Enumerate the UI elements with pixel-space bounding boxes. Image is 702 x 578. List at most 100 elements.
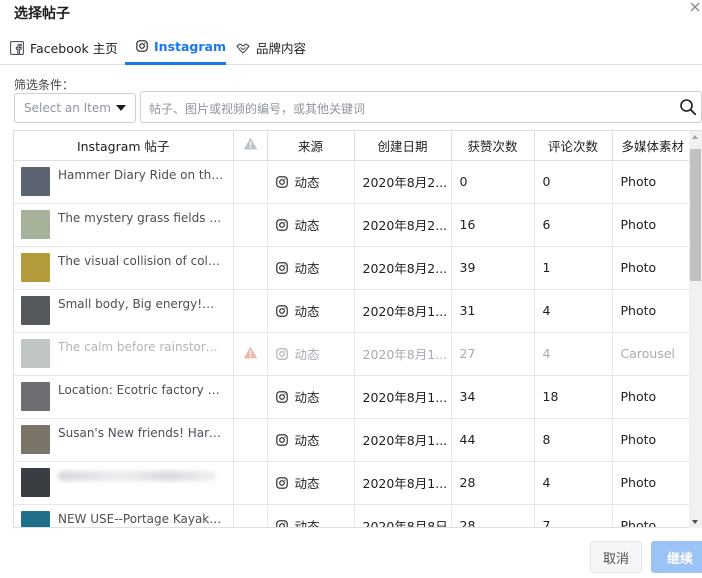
cell-media: Photo — [612, 160, 691, 204]
source-label: 动态 — [294, 218, 320, 233]
source-label: 动态 — [294, 519, 320, 528]
instagram-icon — [275, 218, 288, 231]
cell-source: 动态 — [267, 332, 355, 376]
cell-date: 2020年8月2... — [354, 160, 452, 204]
warning-icon — [243, 346, 257, 358]
cell-likes: 16 — [451, 203, 535, 247]
cell-likes: 44 — [451, 418, 535, 462]
cell-media: Photo — [612, 418, 691, 462]
continue-button[interactable]: 继续 — [651, 541, 702, 573]
cell-warning — [233, 332, 268, 376]
scrollbar-thumb[interactable] — [690, 149, 701, 281]
cell-media: Photo — [612, 461, 691, 505]
table-row[interactable]: 动态 2020年8月1... 28 4 Photo — [14, 461, 691, 505]
post-title: Small body, Big energy!🚲 📷 — [58, 296, 225, 311]
table-row[interactable]: The visual collision of colors, yes 动态 202… — [14, 246, 691, 290]
post-thumbnail — [21, 296, 50, 325]
instagram-icon — [136, 40, 148, 52]
column-header-source[interactable]: 来源 — [267, 131, 355, 161]
cell-post: Susan's New friends! Harold and — [14, 418, 234, 462]
cell-date: 2020年8月8日 — [354, 504, 452, 527]
cell-source: 动态 — [267, 418, 355, 462]
search-icon[interactable] — [679, 98, 697, 116]
cell-warning — [233, 461, 268, 505]
cell-post: Small body, Big energy!🚲 📷 — [14, 289, 234, 333]
cell-likes: 28 — [451, 461, 535, 505]
table-header-row: Instagram 帖子 来源 创建日期 获赞次数 评论次数 多媒体素材 — [14, 131, 691, 161]
source-label: 动态 — [294, 347, 320, 362]
cell-warning — [233, 418, 268, 462]
table-row[interactable]: Susan's New friends! Harold and 动态 2020年8月… — [14, 418, 691, 462]
cell-post — [14, 461, 234, 505]
post-thumbnail — [21, 468, 50, 497]
cell-likes: 39 — [451, 246, 535, 290]
cell-date: 2020年8月1... — [354, 375, 452, 419]
cell-comments: 8 — [534, 418, 613, 462]
post-title: Susan's New friends! Harold and — [58, 425, 225, 440]
instagram-icon — [275, 347, 288, 360]
column-header-comments[interactable]: 评论次数 — [534, 131, 613, 161]
cell-comments: 0 — [534, 160, 613, 204]
column-header-date[interactable]: 创建日期 — [354, 131, 452, 161]
instagram-icon — [275, 304, 288, 317]
post-title: The mystery grass fields may hide — [58, 210, 225, 225]
column-header-media[interactable]: 多媒体素材 — [612, 131, 691, 161]
dialog-title: 选择帖子 — [14, 6, 70, 22]
table-row[interactable]: Small body, Big energy!🚲 📷 动态 2020年8月1... 3… — [14, 289, 691, 333]
cell-source: 动态 — [267, 246, 355, 290]
tab-facebook[interactable]: Facebook 主页 — [10, 30, 118, 65]
posts-table: Instagram 帖子 来源 创建日期 获赞次数 评论次数 多媒体素材 Ham… — [13, 130, 702, 528]
source-label: 动态 — [294, 390, 320, 405]
filter-label: 筛选条件： — [14, 78, 75, 92]
cell-comments: 4 — [534, 289, 613, 333]
post-thumbnail — [21, 253, 50, 282]
table-row[interactable]: The calm before rainstorm. Here 动态 2020年8月… — [14, 332, 691, 376]
search-placeholder: 帖子、图片或视频的编号，或其他关键词 — [149, 102, 366, 116]
handshake-icon — [236, 42, 250, 54]
column-header-likes[interactable]: 获赞次数 — [451, 131, 535, 161]
cell-date: 2020年8月2... — [354, 246, 452, 290]
cell-source: 动态 — [267, 375, 355, 419]
cell-media: Photo — [612, 504, 691, 527]
cell-date: 2020年8月2... — [354, 203, 452, 247]
cell-media: Photo — [612, 375, 691, 419]
scroll-down-icon[interactable] — [692, 520, 698, 524]
post-thumbnail — [21, 511, 50, 527]
column-header-post[interactable]: Instagram 帖子 — [14, 131, 234, 161]
cancel-button[interactable]: 取消 — [590, 541, 642, 573]
source-label: 动态 — [294, 433, 320, 448]
cell-comments: 18 — [534, 375, 613, 419]
cell-warning — [233, 160, 268, 204]
column-header-warning — [233, 131, 268, 161]
table-row[interactable]: NEW USE--Portage Kayaks!!! Why 动态 2020年8月8… — [14, 504, 691, 528]
table-scrollbar[interactable] — [689, 131, 702, 528]
cell-date: 2020年8月1... — [354, 418, 452, 462]
search-input[interactable]: 帖子、图片或视频的编号，或其他关键词 — [140, 91, 702, 123]
scroll-up-icon[interactable] — [692, 135, 698, 139]
close-icon[interactable] — [688, 0, 702, 16]
tab-brand-content[interactable]: 品牌内容 — [236, 30, 306, 65]
cell-source: 动态 — [267, 203, 355, 247]
table-row[interactable]: Location: Ecotric factory A supply 动态 2020… — [14, 375, 691, 419]
filter-select[interactable]: Select an Item — [14, 93, 136, 123]
table-row[interactable]: The mystery grass fields may hide 动态 2020年… — [14, 203, 691, 247]
cell-date: 2020年8月1... — [354, 289, 452, 333]
table-row[interactable]: Hammer Diary Ride on the beach 动态 2020年8月2… — [14, 160, 691, 204]
cell-warning — [233, 504, 268, 527]
post-title: NEW USE--Portage Kayaks!!! Why — [58, 511, 225, 526]
cell-comments: 6 — [534, 203, 613, 247]
post-title: Location: Ecotric factory A supply — [58, 382, 225, 397]
source-label: 动态 — [294, 261, 320, 276]
post-title: The visual collision of colors, yes — [58, 253, 225, 268]
source-label: 动态 — [294, 304, 320, 319]
tab-instagram[interactable]: Instagram — [125, 30, 226, 65]
cell-source: 动态 — [267, 160, 355, 204]
cell-media: Photo — [612, 246, 691, 290]
instagram-icon — [275, 433, 288, 446]
cell-likes: 27 — [451, 332, 535, 376]
cell-media: Photo — [612, 203, 691, 247]
cell-likes: 0 — [451, 160, 535, 204]
cell-warning — [233, 203, 268, 247]
cell-likes: 34 — [451, 375, 535, 419]
instagram-icon — [275, 519, 288, 527]
